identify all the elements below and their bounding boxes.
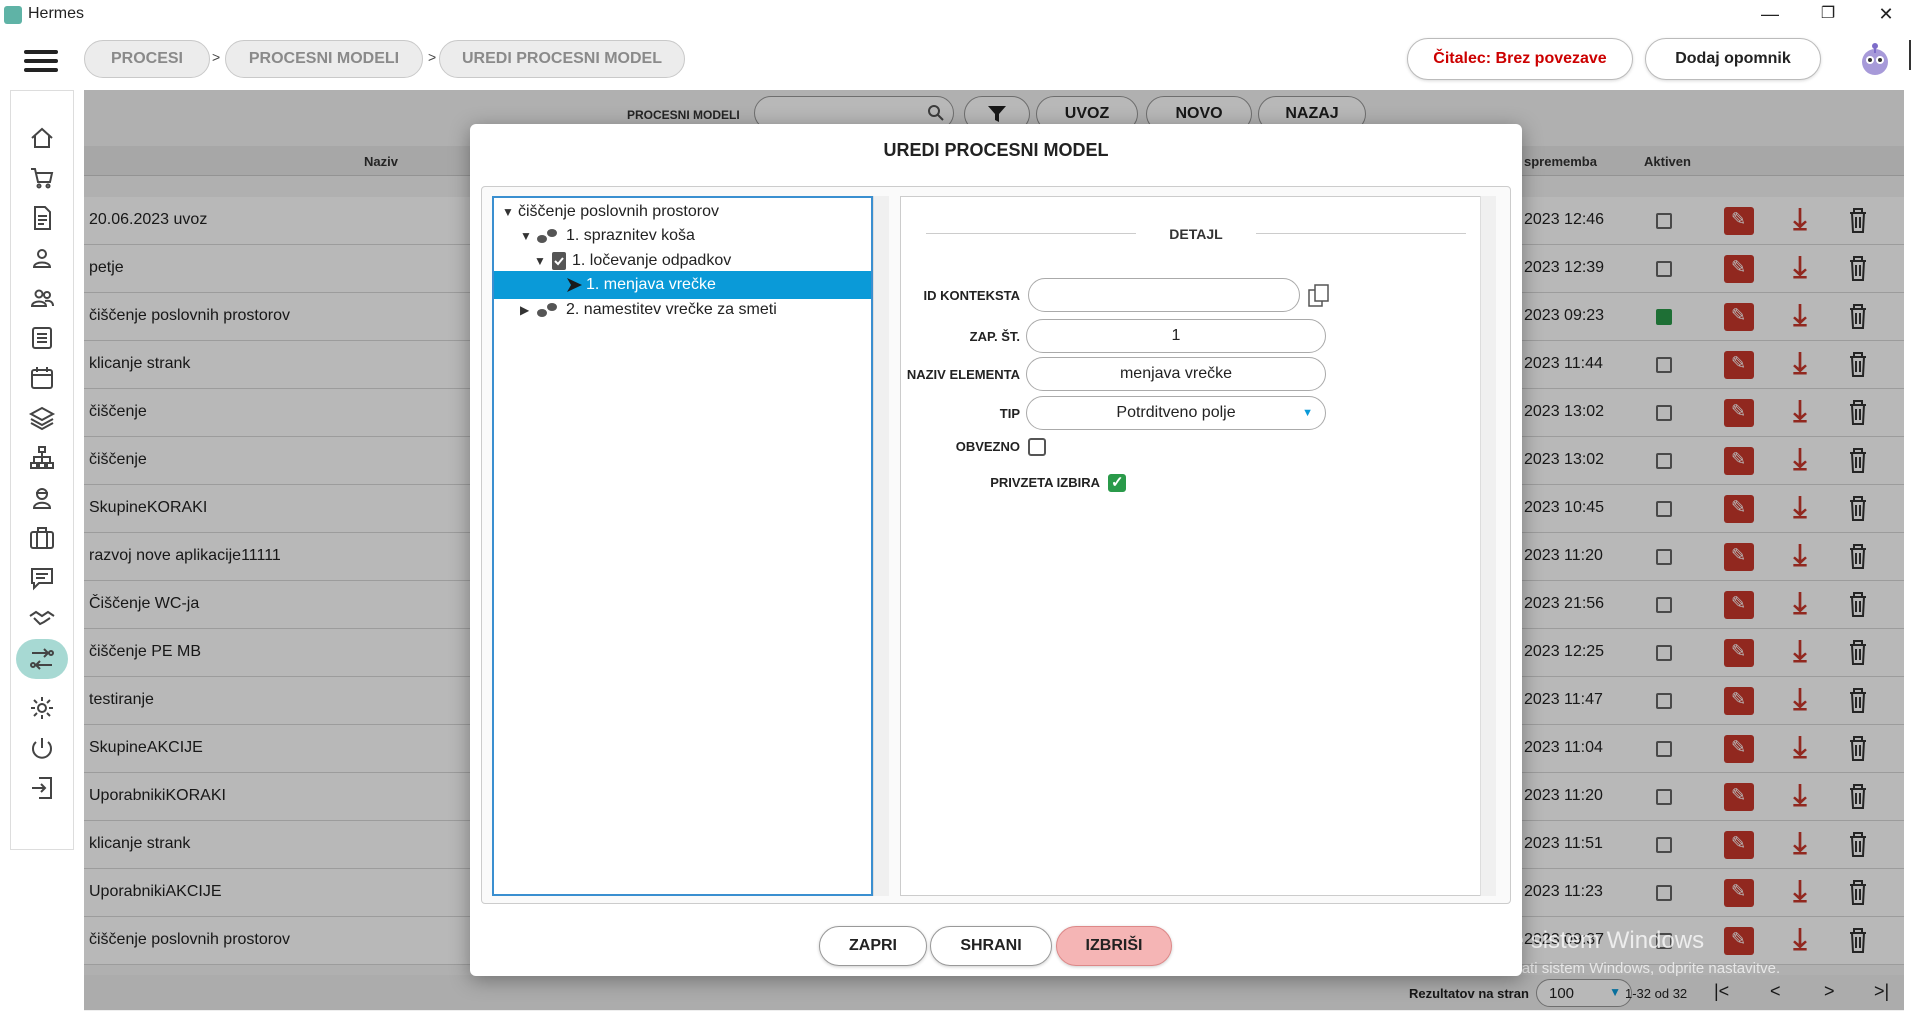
- expand-arrow-icon[interactable]: ▼: [534, 254, 550, 268]
- default-selection-label: PRIVZETA IZBIRA: [990, 475, 1100, 490]
- save-button[interactable]: SHRANI: [930, 926, 1052, 966]
- chat-icon[interactable]: [25, 561, 59, 595]
- scroll-edge: [1905, 40, 1911, 70]
- logout-icon[interactable]: [25, 771, 59, 805]
- layers-icon[interactable]: [25, 401, 59, 435]
- element-name-label: NAZIV ELEMENTA: [906, 367, 1020, 382]
- detail-header-label: DETAJL: [1169, 226, 1223, 242]
- home-icon[interactable]: [25, 121, 59, 155]
- detail-scrollbar[interactable]: [1480, 196, 1496, 896]
- edit-process-model-dialog: UREDI PROCESNI MODEL ▼ čiščenje poslovni…: [470, 124, 1522, 976]
- restore-button[interactable]: ❐: [1800, 0, 1856, 30]
- list-icon[interactable]: [25, 321, 59, 355]
- tree-node-label: 1. menjava vrečke: [586, 276, 716, 293]
- sidebar: [10, 90, 74, 850]
- id-context-label: ID KONTEKSTA: [923, 288, 1020, 303]
- menu-hamburger-icon[interactable]: [24, 50, 58, 76]
- calendar-icon[interactable]: [25, 361, 59, 395]
- expand-arrow-icon[interactable]: ▼: [520, 229, 536, 243]
- reader-status-button[interactable]: Čitalec: Brez povezave: [1407, 38, 1633, 80]
- default-selection-checkbox[interactable]: [1108, 473, 1126, 492]
- gear-icon[interactable]: [25, 691, 59, 725]
- order-label: ZAP. ŠT.: [969, 329, 1020, 344]
- close-button[interactable]: ZAPRI: [819, 926, 927, 966]
- cart-icon[interactable]: [25, 161, 59, 195]
- breadcrumb-procesni-modeli[interactable]: PROCESNI MODELI: [225, 40, 423, 78]
- app-title: Hermes: [28, 5, 85, 22]
- close-window-button[interactable]: ✕: [1858, 0, 1914, 30]
- type-select[interactable]: Potrditveno polje ▼: [1026, 396, 1326, 430]
- power-icon[interactable]: [25, 731, 59, 765]
- required-label: OBVEZNO: [955, 439, 1020, 454]
- briefcase-icon[interactable]: [25, 521, 59, 555]
- element-name-field[interactable]: menjava vrečke: [1026, 357, 1326, 391]
- hierarchy-icon[interactable]: [25, 441, 59, 475]
- id-context-field[interactable]: [1028, 278, 1300, 312]
- action-arrow-icon: [564, 275, 584, 295]
- tree-node-label: 2. namestitev vrečke za smeti: [566, 301, 777, 318]
- minimize-button[interactable]: —: [1742, 0, 1798, 30]
- breadcrumb-separator: >: [212, 49, 221, 65]
- type-label: TIP: [999, 406, 1020, 421]
- delete-button[interactable]: IZBRIŠI: [1056, 926, 1172, 966]
- collapse-arrow-icon[interactable]: ▶: [520, 303, 536, 317]
- add-reminder-button[interactable]: Dodaj opomnik: [1645, 38, 1821, 80]
- checklist-icon: [550, 251, 568, 271]
- robot-avatar-icon[interactable]: [1857, 38, 1893, 78]
- dialog-title: UREDI PROCESNI MODEL: [883, 140, 1109, 160]
- tree-node-step-2[interactable]: ▶ 2. namestitev vrečke za smeti: [520, 296, 870, 324]
- tree-scrollbar[interactable]: [873, 196, 889, 896]
- app-logo-icon: [4, 6, 22, 24]
- steps-icon: [536, 300, 560, 320]
- tree-node-step[interactable]: ▼ 1. spraznitev koša: [520, 222, 870, 250]
- detail-header: DETAJL: [926, 224, 1466, 244]
- chevron-down-icon: ▼: [1302, 407, 1313, 419]
- document-icon[interactable]: [25, 201, 59, 235]
- process-icon[interactable]: [16, 639, 68, 679]
- window-titlebar: Hermes — ❐ ✕: [0, 0, 1922, 30]
- breadcrumb-separator: >: [428, 49, 437, 65]
- tree-node-action-selected[interactable]: 1. menjava vrečke: [494, 271, 871, 299]
- type-value: Potrditveno polje: [1116, 404, 1236, 421]
- worker-icon[interactable]: [25, 481, 59, 515]
- tree-node-label: 1. ločevanje odpadkov: [572, 252, 732, 269]
- required-checkbox[interactable]: [1028, 438, 1046, 456]
- users-icon[interactable]: [25, 281, 59, 315]
- steps-icon: [536, 226, 560, 246]
- process-tree[interactable]: ▼ čiščenje poslovnih prostorov ▼ 1. spra…: [492, 196, 873, 896]
- tree-node-label: čiščenje poslovnih prostorov: [518, 203, 719, 220]
- handshake-icon[interactable]: [25, 601, 59, 635]
- order-field[interactable]: 1: [1026, 319, 1326, 353]
- breadcrumb-procesi[interactable]: PROCESI: [84, 40, 210, 78]
- copy-icon[interactable]: [1308, 284, 1330, 308]
- tree-node-label: 1. spraznitev koša: [566, 227, 695, 244]
- expand-arrow-icon[interactable]: ▼: [502, 205, 518, 219]
- user-icon[interactable]: [25, 241, 59, 275]
- breadcrumb-uredi-procesni-model[interactable]: UREDI PROCESNI MODEL: [439, 40, 685, 78]
